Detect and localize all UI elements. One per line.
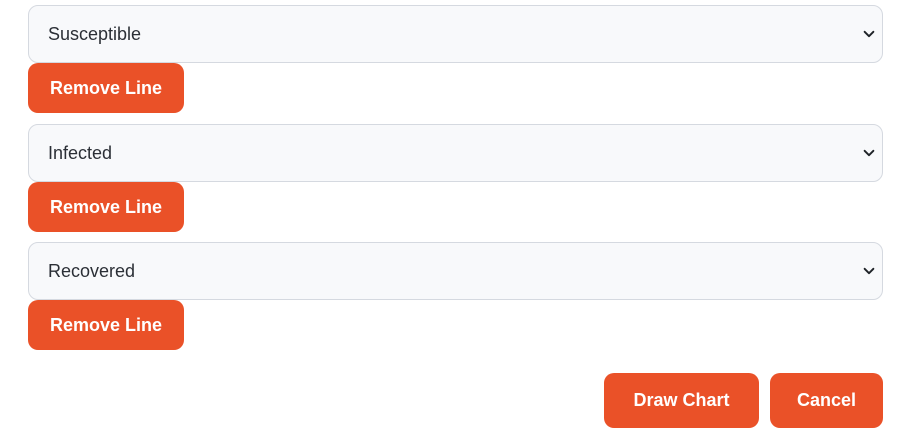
line-row-2: Infected Remove Line [28, 124, 883, 232]
line-select-value: Recovered [48, 260, 136, 281]
line-row-1: Susceptible Remove Line [28, 5, 883, 113]
line-select-2[interactable]: Infected [28, 124, 883, 182]
chevron-down-icon [863, 30, 875, 38]
remove-line-button-1[interactable]: Remove Line [28, 63, 184, 113]
chart-lines-form: Susceptible Remove Line Infected Remove … [0, 0, 912, 441]
chevron-down-icon [863, 149, 875, 157]
remove-line-button-2[interactable]: Remove Line [28, 182, 184, 232]
line-row-3: Recovered Remove Line [28, 242, 883, 350]
line-select-3[interactable]: Recovered [28, 242, 883, 300]
line-select-value: Susceptible [48, 23, 142, 44]
chevron-down-icon [863, 267, 875, 275]
cancel-button[interactable]: Cancel [770, 373, 883, 428]
remove-line-button-3[interactable]: Remove Line [28, 300, 184, 350]
line-select-value: Infected [48, 142, 113, 163]
draw-chart-button[interactable]: Draw Chart [604, 373, 759, 428]
line-select-1[interactable]: Susceptible [28, 5, 883, 63]
form-actions: Draw Chart Cancel [604, 373, 883, 428]
